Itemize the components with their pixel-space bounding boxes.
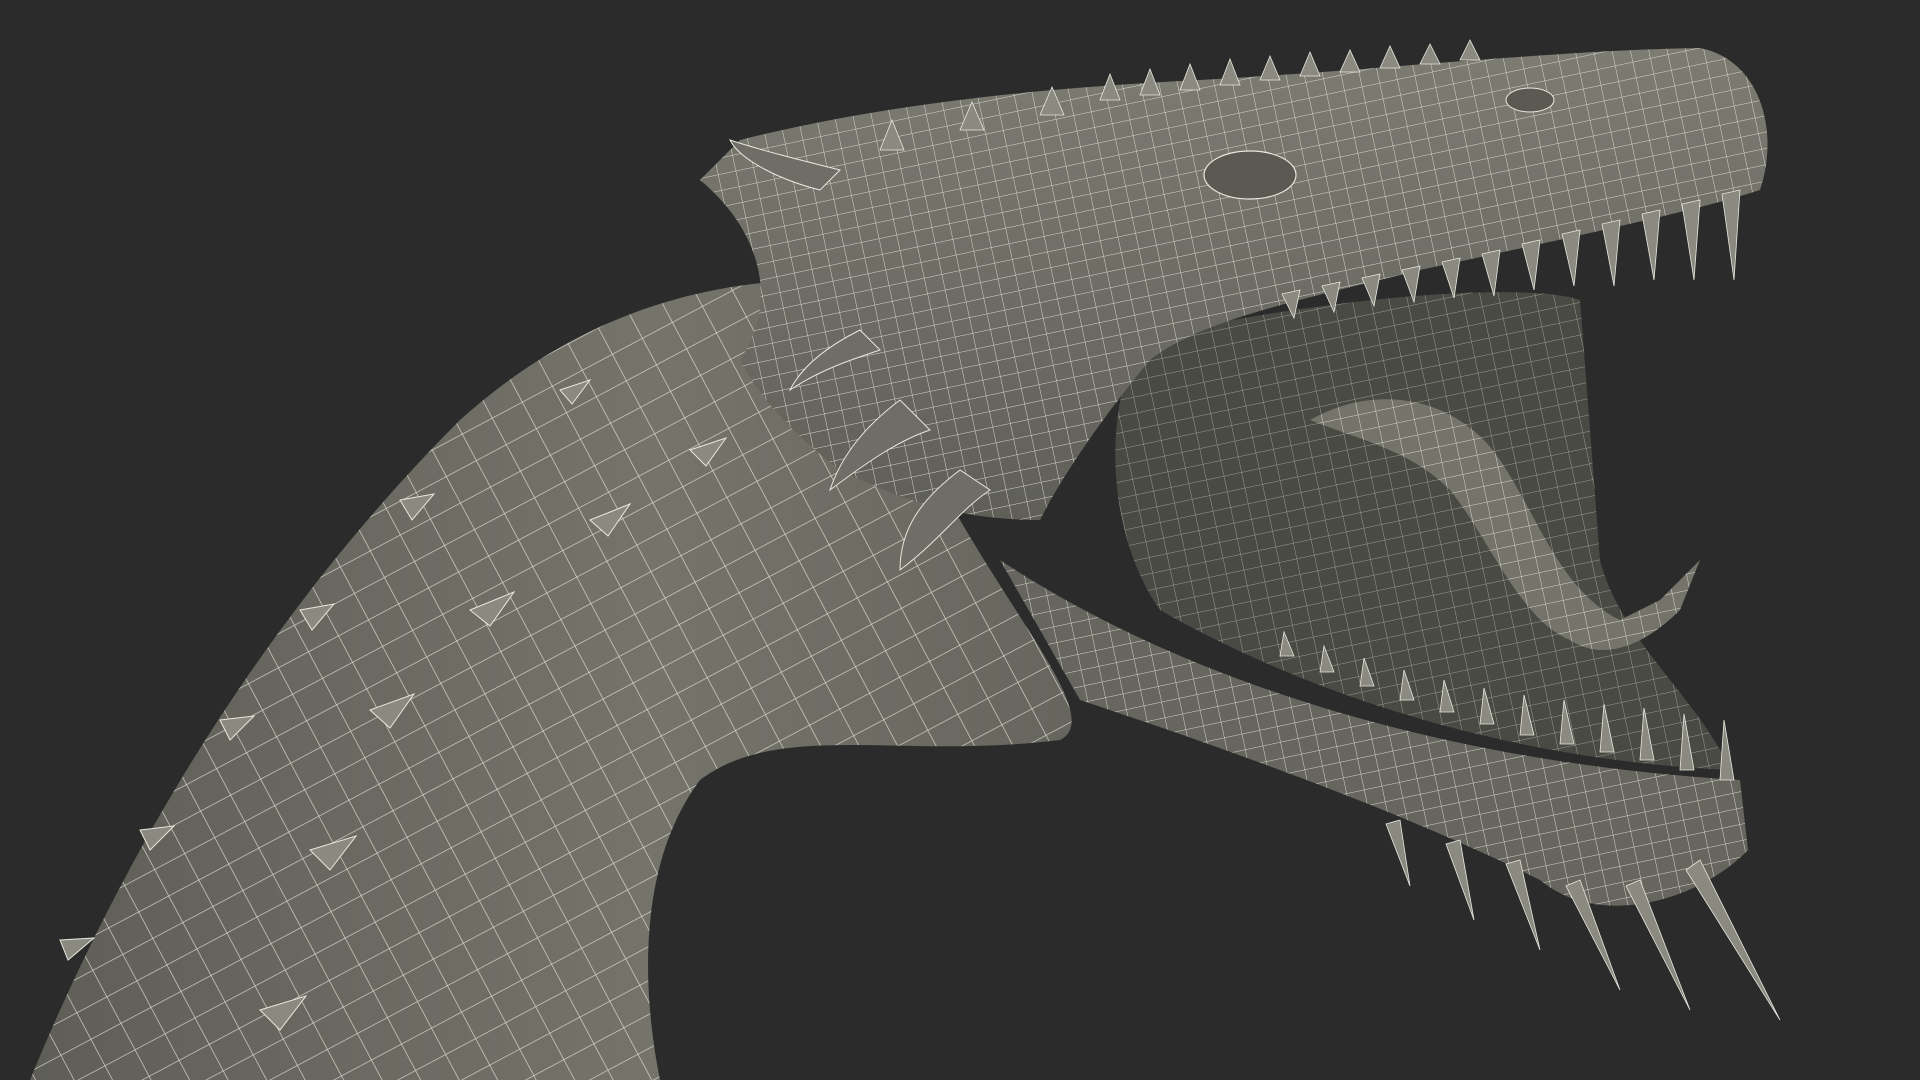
dragon-render-canvas [30, 39, 1781, 1080]
render-viewport [0, 0, 1920, 1080]
nostril [1505, 87, 1555, 113]
eye-socket [1203, 150, 1297, 200]
